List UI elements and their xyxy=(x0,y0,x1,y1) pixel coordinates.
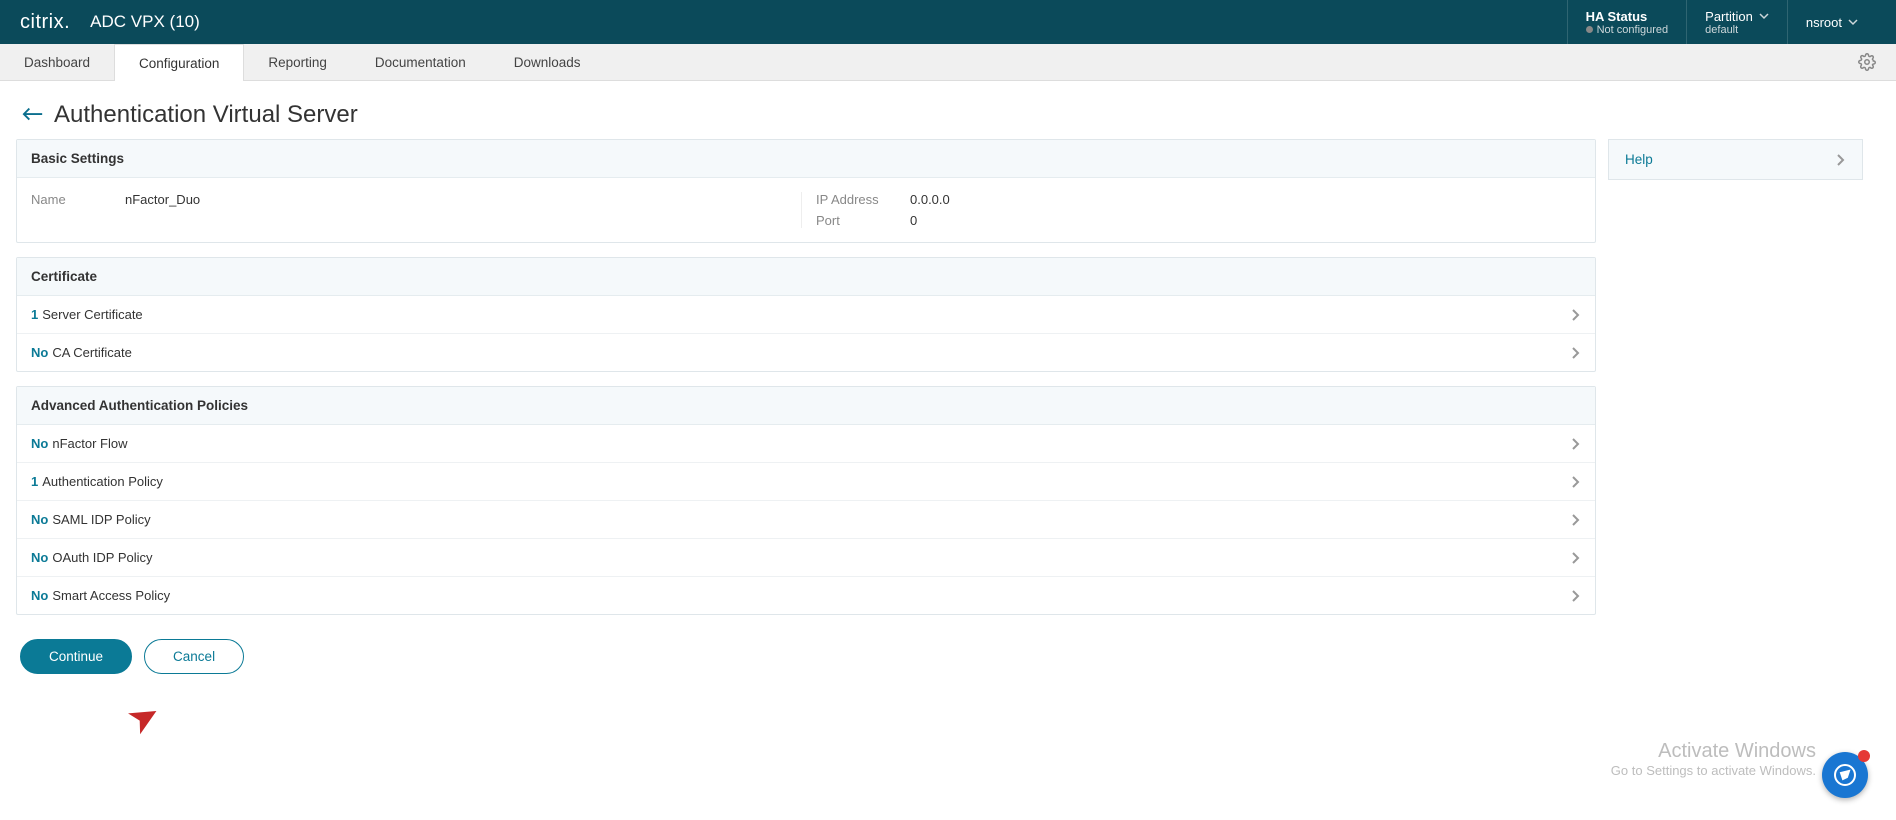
nav-tab-configuration[interactable]: Configuration xyxy=(114,44,244,81)
row-label: SAML IDP Policy xyxy=(52,512,150,527)
page-title-row: Authentication Virtual Server xyxy=(0,81,1896,139)
partition-label-row: Partition xyxy=(1705,9,1769,24)
chevron-right-icon xyxy=(1571,308,1581,322)
nfactor-flow-row[interactable]: No nFactor Flow xyxy=(17,425,1595,462)
oauth-idp-policy-row[interactable]: No OAuth IDP Policy xyxy=(17,538,1595,576)
brand-logo: citrix. xyxy=(20,11,70,34)
ha-status-value-row: Not configured xyxy=(1586,24,1669,36)
policies-header: Advanced Authentication Policies xyxy=(17,387,1595,425)
help-label: Help xyxy=(1625,152,1653,167)
row-count: No xyxy=(31,550,48,565)
watermark-line1: Activate Windows xyxy=(1611,740,1816,763)
chevron-down-icon xyxy=(1759,11,1769,21)
port-label: Port xyxy=(816,213,888,228)
ip-label: IP Address xyxy=(816,192,888,207)
row-label: Server Certificate xyxy=(42,307,142,322)
partition-value: default xyxy=(1705,24,1769,36)
basic-left: Name nFactor_Duo xyxy=(31,192,801,228)
partition-block[interactable]: Partition default xyxy=(1686,0,1787,44)
gear-icon[interactable] xyxy=(1858,53,1876,71)
basic-settings-panel: Basic Settings Name nFactor_Duo IP Addre… xyxy=(16,139,1596,243)
nav-tab-dashboard[interactable]: Dashboard xyxy=(0,44,114,80)
chevron-right-icon xyxy=(1571,513,1581,527)
row-count: No xyxy=(31,512,48,527)
button-row: Continue Cancel xyxy=(16,629,1596,694)
ha-status-block: HA Status Not configured xyxy=(1567,0,1687,44)
ha-status-value: Not configured xyxy=(1597,24,1669,36)
basic-settings-header: Basic Settings xyxy=(17,140,1595,178)
name-value: nFactor_Duo xyxy=(125,192,200,228)
chevron-right-icon xyxy=(1571,346,1581,360)
user-name: nsroot xyxy=(1806,15,1842,30)
user-menu[interactable]: nsroot xyxy=(1787,0,1876,44)
row-label: Smart Access Policy xyxy=(52,588,170,603)
ca-certificate-row[interactable]: No CA Certificate xyxy=(17,333,1595,371)
nav-tabs: Dashboard Configuration Reporting Docume… xyxy=(0,44,1896,81)
saml-idp-policy-row[interactable]: No SAML IDP Policy xyxy=(17,500,1595,538)
authentication-policy-row[interactable]: 1 Authentication Policy xyxy=(17,462,1595,500)
help-fab-button[interactable] xyxy=(1822,752,1868,798)
policies-rows: No nFactor Flow 1 Authentication Policy … xyxy=(17,425,1595,614)
cancel-button[interactable]: Cancel xyxy=(144,639,244,674)
chevron-right-icon xyxy=(1836,153,1846,167)
row-count: 1 xyxy=(31,474,38,489)
continue-button[interactable]: Continue xyxy=(20,639,132,674)
watermark-line2: Go to Settings to activate Windows. xyxy=(1611,763,1816,778)
row-label: CA Certificate xyxy=(52,345,131,360)
policies-panel: Advanced Authentication Policies No nFac… xyxy=(16,386,1596,615)
port-value: 0 xyxy=(910,213,917,228)
content-wrap: Basic Settings Name nFactor_Duo IP Addre… xyxy=(0,139,1896,694)
side-column: Help xyxy=(1608,139,1863,694)
chevron-right-icon xyxy=(1571,589,1581,603)
row-label: nFactor Flow xyxy=(52,436,127,451)
back-arrow-icon[interactable] xyxy=(22,106,44,124)
status-dot-icon xyxy=(1586,26,1593,33)
server-certificate-row[interactable]: 1 Server Certificate xyxy=(17,296,1595,333)
basic-settings-body: Name nFactor_Duo IP Address 0.0.0.0 Port… xyxy=(17,178,1595,242)
row-count: No xyxy=(31,345,48,360)
ip-row: IP Address 0.0.0.0 xyxy=(816,192,950,207)
ha-status-label: HA Status xyxy=(1586,9,1669,24)
name-label: Name xyxy=(31,192,103,228)
certificate-header: Certificate xyxy=(17,258,1595,296)
row-label: OAuth IDP Policy xyxy=(52,550,152,565)
product-name: ADC VPX (10) xyxy=(90,12,200,32)
chevron-right-icon xyxy=(1571,437,1581,451)
topbar: citrix. ADC VPX (10) HA Status Not confi… xyxy=(0,0,1896,44)
chevron-right-icon xyxy=(1571,551,1581,565)
certificate-panel: Certificate 1 Server Certificate No CA C… xyxy=(16,257,1596,372)
windows-watermark: Activate Windows Go to Settings to activ… xyxy=(1611,740,1816,778)
port-row: Port 0 xyxy=(816,213,950,228)
partition-label: Partition xyxy=(1705,9,1753,24)
compass-icon xyxy=(1833,763,1857,787)
row-label: Authentication Policy xyxy=(42,474,163,489)
nav-tab-downloads[interactable]: Downloads xyxy=(490,44,605,80)
nav-tab-reporting[interactable]: Reporting xyxy=(244,44,351,80)
main-column: Basic Settings Name nFactor_Duo IP Addre… xyxy=(16,139,1596,694)
basic-right: IP Address 0.0.0.0 Port 0 xyxy=(801,192,950,228)
smart-access-policy-row[interactable]: No Smart Access Policy xyxy=(17,576,1595,614)
chevron-right-icon xyxy=(1571,475,1581,489)
annotation-arrow-icon: ➤ xyxy=(119,690,169,745)
nav-right xyxy=(1858,44,1896,80)
help-panel[interactable]: Help xyxy=(1608,139,1863,180)
topbar-right: HA Status Not configured Partition defau… xyxy=(1567,0,1876,44)
ip-value: 0.0.0.0 xyxy=(910,192,950,207)
nav-tab-documentation[interactable]: Documentation xyxy=(351,44,490,80)
chevron-down-icon xyxy=(1848,17,1858,27)
certificate-rows: 1 Server Certificate No CA Certificate xyxy=(17,296,1595,371)
row-count: No xyxy=(31,436,48,451)
row-count: No xyxy=(31,588,48,603)
row-count: 1 xyxy=(31,307,38,322)
page-title: Authentication Virtual Server xyxy=(54,101,358,129)
notification-dot-icon xyxy=(1858,750,1870,762)
